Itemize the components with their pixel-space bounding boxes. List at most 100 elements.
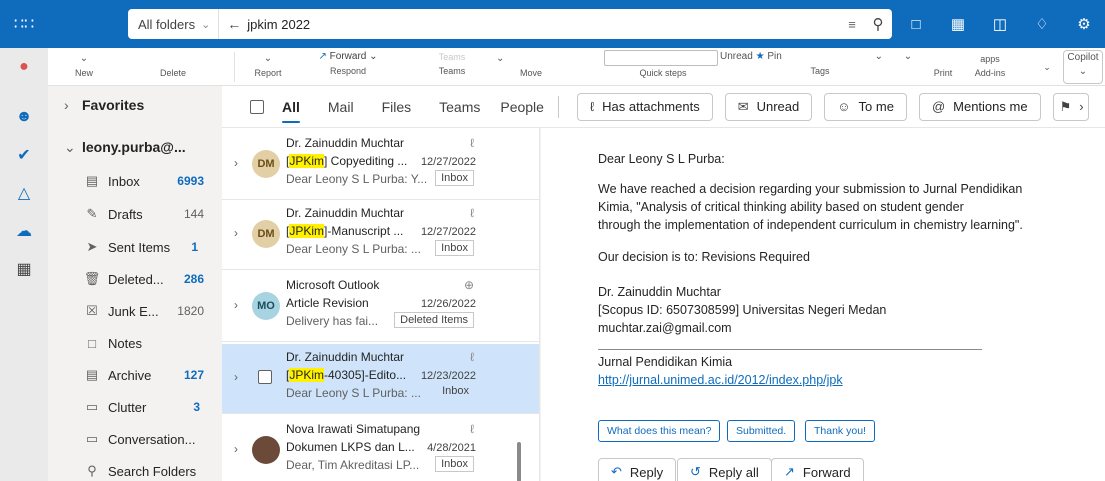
folder-item-inbox[interactable]: ▤ Inbox 6993 [48,166,222,196]
folder-tag: Inbox [435,456,474,472]
message-date: 4/28/2021 [427,442,476,454]
tab-all[interactable]: All [282,99,300,123]
new-label: New [74,68,93,78]
report-group[interactable]: ⌄ Report [248,50,288,78]
reading-pane: Dear Leony S L Purba: We have reached a … [541,128,1105,481]
ribbon-expand-icon[interactable]: ⌄ [1040,62,1054,73]
chevron-right-icon[interactable]: › [234,226,238,240]
meet-now-icon[interactable]: □ [895,0,937,48]
paperclip-icon: ℓ [470,350,474,364]
people-icon[interactable]: ☻ [0,98,48,136]
more-filters-button[interactable]: ⚑ › [1052,92,1089,121]
suggested-reply-button[interactable]: What does this mean? [598,420,721,442]
journal-name: Jurnal Pendidikan Kimia [598,355,733,369]
reply-button[interactable]: ↶ Reply [598,458,677,481]
paperclip-icon: ℓ [589,99,595,114]
chevron-down-icon[interactable]: ⌄ [875,51,883,62]
chevron-right-icon[interactable]: › [234,156,238,170]
search-folder-icon: ⚲ [87,463,97,478]
folder-name: Search Folders [108,463,197,479]
folder-pane: › Favorites ⌄ leony.purba@... ▤ Inbox 69… [48,86,222,481]
message-checkbox[interactable] [258,370,272,384]
tags-label: Tags [810,66,830,76]
filter-icon[interactable]: ≡ [840,17,864,32]
folder-item-search-folders[interactable]: ⚲ Search Folders [48,456,222,481]
copilot-button[interactable]: Copilot ⌄ [1063,50,1103,84]
reply-all-label: Reply all [708,464,759,480]
folder-item-notes[interactable]: □ Notes [48,328,222,358]
teams-group[interactable]: Teams Teams [432,48,472,76]
onedrive-icon[interactable]: ☁ [0,212,48,250]
folder-count: 1 [191,240,198,254]
more-apps-icon[interactable]: ▦ [0,250,48,288]
gear-icon[interactable]: ⚙ [1063,0,1105,48]
tab-teams[interactable]: Teams [439,99,480,115]
todo-icon[interactable]: ✔ [0,136,48,174]
respond-group[interactable]: ↗ Forward ⌄ Respond [308,48,388,76]
forward-reply-button[interactable]: ↗ Forward [771,458,864,481]
folder-item-deleted[interactable]: 🗑 Deleted... 286 [48,264,222,294]
folder-item-clutter[interactable]: ▭ Clutter 3 [48,392,222,422]
bell-icon[interactable]: ♢ [1021,0,1063,48]
suggested-reply-button[interactable]: Submitted. [727,420,796,442]
move-label: Move [519,68,542,78]
back-arrow-icon[interactable]: ← [219,16,247,32]
search-icon[interactable]: ⚲ [864,15,892,33]
search-box[interactable]: All folders ⌄ ← jpkim 2022 ≡ ⚲ [128,9,892,39]
pin-button[interactable]: Pin [767,51,781,62]
scrollbar[interactable] [517,442,521,481]
feedback-icon[interactable]: ◫ [979,0,1021,48]
list-item[interactable]: › DM Dr. Zainuddin Muchtar ℓ [JPKim] Cop… [222,130,539,200]
folder-tag: Inbox [442,385,469,397]
list-item[interactable]: › Nova Irawati Simatupang ℓ Dokumen LKPS… [222,416,539,481]
suggested-reply-button[interactable]: Thank you! [805,420,875,442]
select-all-checkbox[interactable] [250,99,264,114]
delete-group[interactable]: Delete [148,68,198,78]
has-attachments-button[interactable]: ℓ Has attachments [576,92,713,121]
copilot-app-icon[interactable]: ● [0,48,48,86]
to-me-button[interactable]: ☺ To me [824,92,907,121]
chevron-right-icon: › [1079,99,1084,114]
app-launcher-icon[interactable]: ∷∷ [0,0,48,48]
mentions-me-button[interactable]: @ Mentions me [918,92,1041,121]
print-group[interactable]: Print [928,68,958,78]
trash-icon: 🗑 [83,271,101,286]
unread-filter-button[interactable]: ✉ Unread [724,92,813,121]
addins-group[interactable]: apps Add-ins [968,50,1012,78]
chevron-down-icon: ⌄ [201,18,211,31]
excel-icon[interactable]: ▦ [937,0,979,48]
folder-item-drafts[interactable]: ✎ Drafts 144 [48,199,222,229]
chevron-right-icon[interactable]: › [234,370,238,384]
unread-button[interactable]: Unread [720,51,753,62]
journal-link[interactable]: http://jurnal.unimed.ac.id/2012/index.ph… [598,373,843,387]
org-icon[interactable]: △ [0,174,48,212]
reply-all-button[interactable]: ↺ Reply all [677,458,772,481]
folder-item-archive[interactable]: ▤ Archive 127 [48,360,222,390]
new-group[interactable]: ⌄ New [64,50,104,78]
move-group[interactable]: ⌄ Move [496,50,546,78]
flag-icon: ⚑ [1059,98,1072,114]
list-item[interactable]: › DM Dr. Zainuddin Muchtar ℓ [JPKim]-Man… [222,200,539,270]
tab-mail[interactable]: Mail [328,99,354,115]
favorites-header[interactable]: › Favorites [48,90,222,120]
forward-button[interactable]: ↗ Forward ⌄ [308,48,388,66]
junk-icon: ☒ [86,303,98,318]
tab-files[interactable]: Files [382,99,412,115]
chevron-right-icon[interactable]: › [234,298,238,312]
list-item[interactable]: › MO Microsoft Outlook ⊕ Article Revisio… [222,272,539,342]
tab-people[interactable]: People [500,99,544,115]
account-label: leony.purba@... [82,139,186,155]
chevron-right-icon[interactable]: › [234,442,238,456]
search-query[interactable]: jpkim 2022 [247,17,840,32]
unread-filter-label: Unread [756,99,800,114]
folder-item-junk[interactable]: ☒ Junk E... 1820 [48,296,222,326]
folder-item-conversation[interactable]: ▭ Conversation... [48,424,222,454]
account-header[interactable]: ⌄ leony.purba@... [48,132,222,162]
quick-steps-label: Quick steps [639,68,687,78]
quick-steps-box[interactable] [604,50,718,66]
chevron-down-icon: ⌄ [64,138,76,155]
list-item[interactable]: › Dr. Zainuddin Muchtar ℓ [JPKim-40305]-… [222,344,539,414]
folder-item-sent[interactable]: ➤ Sent Items 1 [48,232,222,262]
chevron-down-icon[interactable]: ⌄ [904,51,912,62]
search-scope-dropdown[interactable]: All folders ⌄ [128,9,220,39]
